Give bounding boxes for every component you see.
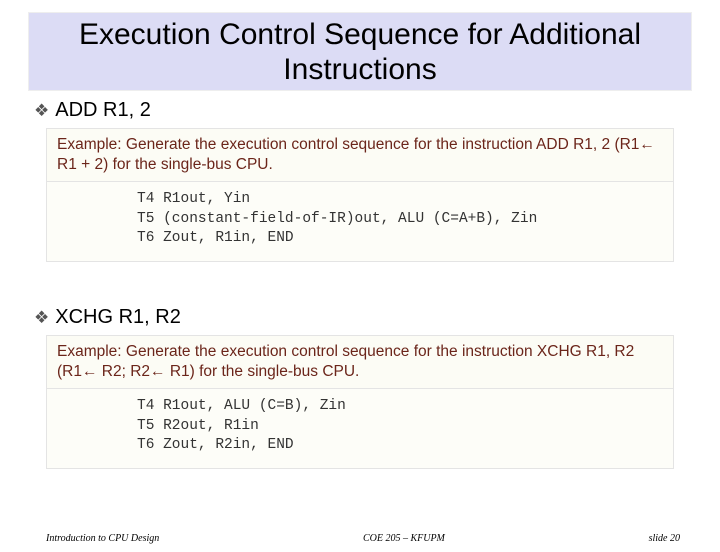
- bullet-text: XCHG R1, R2: [55, 306, 181, 329]
- example-header: Example: Generate the execution control …: [47, 129, 673, 182]
- slide-title: Execution Control Sequence for Additiona…: [29, 17, 691, 88]
- footer-left: Introduction to CPU Design: [46, 533, 159, 544]
- example-code: T4 R1out, Yin T5 (constant-field-of-IR)o…: [47, 182, 673, 261]
- example-code: T4 R1out, ALU (C=B), Zin T5 R2out, R1in …: [47, 389, 673, 468]
- diamond-bullet-icon: ❖: [34, 309, 49, 326]
- example-box-add: Example: Generate the execution control …: [46, 128, 674, 262]
- bullet-item-xchg: ❖ XCHG R1, R2: [34, 306, 720, 329]
- bullet-text: ADD R1, 2: [55, 99, 151, 122]
- example-box-xchg: Example: Generate the execution control …: [46, 335, 674, 469]
- bullet-item-add: ❖ ADD R1, 2: [34, 99, 720, 122]
- footer-center: COE 205 – KFUPM: [363, 533, 445, 544]
- footer-right: slide 20: [649, 533, 680, 544]
- diamond-bullet-icon: ❖: [34, 102, 49, 119]
- slide-title-banner: Execution Control Sequence for Additiona…: [28, 12, 692, 91]
- example-header: Example: Generate the execution control …: [47, 336, 673, 389]
- slide-footer: Introduction to CPU Design COE 205 – KFU…: [0, 533, 720, 544]
